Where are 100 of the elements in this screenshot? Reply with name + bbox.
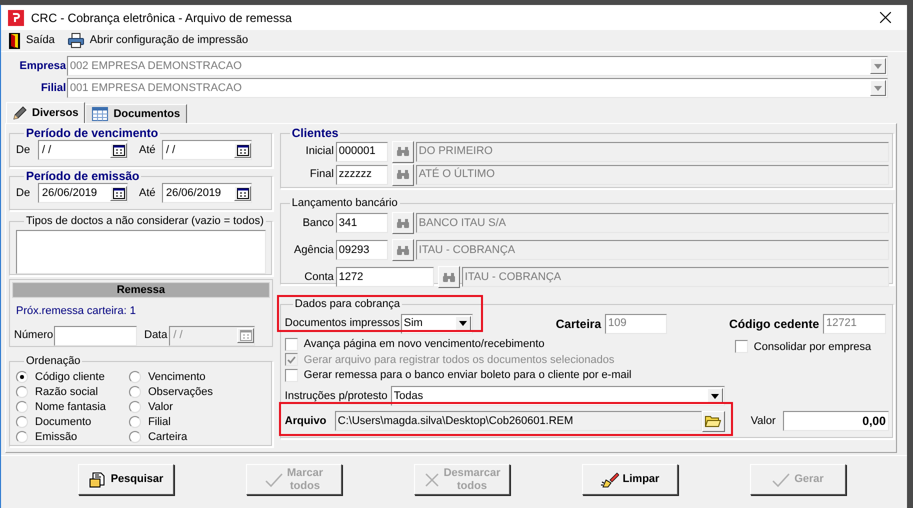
select-field[interactable]: Sim	[400, 314, 473, 334]
radio-option[interactable]: Código cliente	[16, 370, 130, 384]
calendar-button[interactable]	[234, 186, 251, 200]
date-field[interactable]: / /	[38, 140, 128, 160]
cross-icon	[424, 472, 440, 488]
checkbox-label: Consolidar por empresa	[754, 340, 872, 354]
field-label: Agência	[293, 242, 335, 258]
radio-button[interactable]	[16, 416, 28, 428]
amount-field[interactable]: 0,00	[782, 411, 889, 431]
checkbox[interactable]	[284, 338, 298, 351]
number-field[interactable]	[54, 326, 138, 346]
lookup-button[interactable]	[392, 212, 414, 234]
calendar-icon	[112, 144, 124, 156]
field-label: Empresa	[18, 58, 67, 74]
check-icon	[286, 356, 296, 364]
lookup-button[interactable]	[438, 266, 460, 288]
panel-header: Remessa	[12, 282, 270, 298]
date-field[interactable]: / /	[162, 140, 252, 160]
field-label: Até	[139, 186, 157, 201]
file-path-field[interactable]: C:\Users\magda.silva\Desktop\Cob260601.REM	[334, 411, 702, 431]
cedente-field: 12721	[823, 314, 886, 334]
radio-button[interactable]	[16, 386, 28, 398]
caret-icon	[874, 86, 882, 90]
field-label: Arquivo	[284, 414, 328, 429]
date-field[interactable]: 26/06/2019	[38, 183, 128, 203]
radio-button[interactable]	[129, 371, 142, 383]
radio-button[interactable]	[16, 371, 28, 383]
table-icon	[92, 107, 108, 121]
toolbar-button[interactable]: Saída	[9, 32, 55, 49]
toolbar-button[interactable]: Abrir configuração de impressão	[68, 32, 248, 49]
calendar-icon	[236, 144, 248, 156]
field-label: Instruções p/protesto	[284, 388, 388, 404]
name-field: DO PRIMEIRO	[416, 142, 889, 162]
date-field[interactable]: 26/06/2019	[162, 183, 252, 203]
checkbox[interactable]	[734, 340, 748, 354]
radio-button[interactable]	[129, 431, 142, 443]
field-label: Documentos impressos	[284, 316, 401, 332]
field-label: Final	[308, 167, 335, 182]
field-label: Código cedente	[729, 316, 820, 332]
calendar-icon	[112, 188, 124, 198]
radio-option[interactable]: Emissão	[16, 430, 130, 444]
binoculars-icon	[396, 218, 409, 228]
printer-icon	[68, 33, 84, 48]
code-field[interactable]: 1272	[336, 267, 434, 287]
group-title: Tipos de doctos a não considerar (vazio = todos)	[25, 214, 265, 229]
field-label: Inicial	[304, 144, 335, 160]
binoculars-icon	[396, 170, 409, 179]
radio-button[interactable]	[129, 416, 142, 428]
action-button[interactable]: Pesquisar	[78, 464, 174, 495]
binoculars-icon	[396, 147, 409, 156]
radio-button[interactable]	[16, 401, 28, 413]
radio-option[interactable]: Filial	[129, 414, 236, 430]
browse-button[interactable]	[702, 410, 725, 432]
calendar-button[interactable]	[234, 142, 251, 158]
calendar-icon	[240, 330, 252, 341]
radio-option[interactable]: Documento	[16, 414, 130, 430]
radio-option[interactable]: Observações	[129, 384, 236, 400]
select-field[interactable]: Todas	[390, 386, 725, 406]
lookup-button[interactable]	[392, 140, 414, 162]
code-field[interactable]: 000001	[336, 142, 388, 162]
tab[interactable]: Documentos	[85, 104, 188, 123]
code-field[interactable]: 341	[336, 213, 388, 233]
checkbox-label: Gerar remessa para o banco enviar boleto para o cliente por e-mail	[304, 368, 632, 383]
window-title: CRC - Cobrança eletrônica - Arquivo de remessa	[31, 10, 293, 26]
checkbox[interactable]	[284, 368, 298, 382]
radio-button[interactable]	[16, 431, 28, 443]
checkbox-label: Gerar arquivo para registrar todos os documentos selecionados	[304, 352, 614, 368]
field-label: Banco	[302, 216, 335, 231]
group-title: Lançamento bancário	[290, 196, 399, 211]
field-label: Valor	[750, 414, 777, 429]
app-logo-icon	[8, 10, 24, 26]
group-title: Período de vencimento	[25, 127, 160, 140]
radio-button[interactable]	[129, 401, 142, 413]
field-label: Filial	[40, 80, 67, 96]
check-icon	[264, 472, 283, 488]
document-icon	[88, 472, 107, 488]
radio-option[interactable]: Carteira	[129, 430, 236, 444]
group-title: Dados para cobrança	[294, 297, 401, 312]
pencil-icon	[13, 106, 27, 120]
tab[interactable]: Diversos	[6, 102, 86, 123]
code-field[interactable]: 09293	[336, 240, 388, 260]
lookup-button[interactable]	[392, 164, 414, 186]
action-button[interactable]: Limpar	[582, 464, 678, 495]
name-field: ATÉ O ÚLTIMO	[416, 164, 889, 184]
radio-option[interactable]: Razão social	[16, 384, 130, 400]
radio-option[interactable]: Vencimento	[129, 370, 236, 384]
field-label: Número	[14, 328, 54, 344]
text-area[interactable]	[16, 230, 266, 274]
radio-option[interactable]: Nome fantasia	[16, 400, 130, 414]
radio-button[interactable]	[129, 386, 142, 398]
eraser-icon	[600, 472, 619, 488]
calendar-button[interactable]	[110, 186, 127, 200]
binoculars-icon	[396, 246, 409, 254]
radio-option[interactable]: Valor	[129, 400, 236, 414]
code-field[interactable]: zzzzzz	[336, 164, 388, 184]
name-field: ITAU - COBRANÇA	[416, 240, 889, 260]
check-icon	[772, 472, 790, 488]
lookup-button[interactable]	[392, 239, 414, 261]
calendar-button[interactable]	[110, 142, 127, 158]
close-icon	[880, 12, 890, 23]
